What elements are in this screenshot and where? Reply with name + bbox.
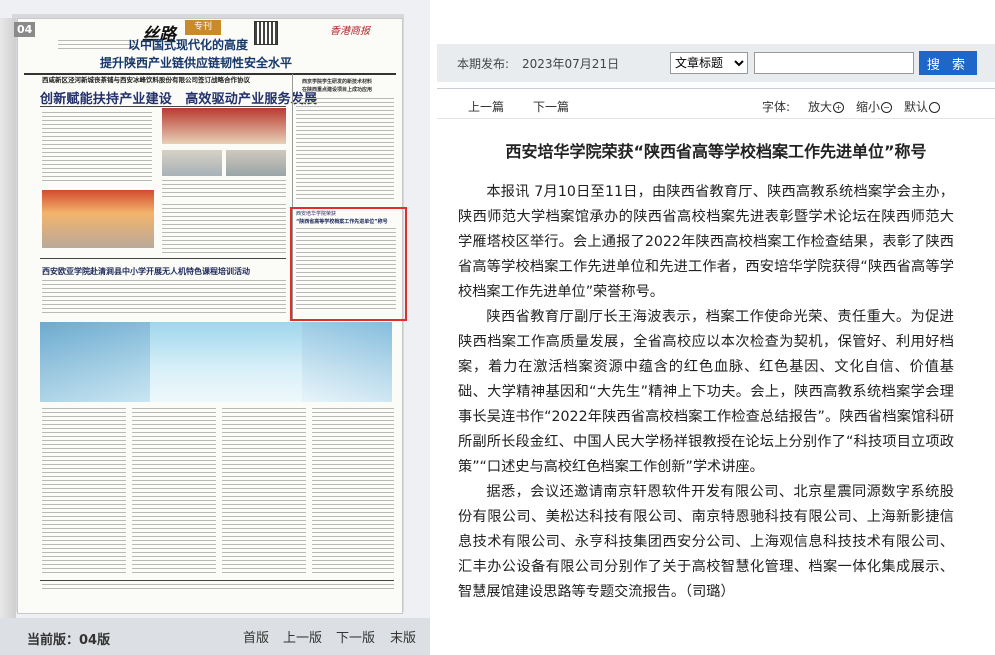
news-photo	[162, 150, 222, 176]
banner-art	[40, 322, 150, 402]
page-footer-text	[42, 584, 394, 590]
zoom-in-button[interactable]: 放大 +	[808, 98, 845, 115]
next-edition-link[interactable]: 下一版	[336, 627, 375, 646]
highlight-title-1: 西安培华学院荣获	[296, 211, 337, 217]
headline-right-2[interactable]: 在陕西重点建设项目上成功应用	[302, 86, 372, 93]
search-type-select[interactable]: 文章标题	[670, 52, 748, 74]
divider	[40, 106, 286, 107]
news-photo	[226, 150, 286, 176]
article-title: 西安培华学院荣获“陕西省高等学校档案工作先进单位”称号	[505, 142, 927, 161]
qr-code-icon	[254, 21, 278, 45]
first-edition-link[interactable]: 首版	[243, 627, 269, 646]
toolbar-divider	[437, 118, 995, 119]
issue-label: 本期发布:	[457, 57, 510, 71]
article-text-block[interactable]	[296, 98, 394, 202]
banner-art	[302, 322, 392, 402]
page-number-badge: 04	[14, 22, 36, 37]
issue-date: 2023年07月21日	[522, 57, 620, 71]
search-input[interactable]	[754, 52, 914, 74]
zoom-out-button[interactable]: 缩小 −	[856, 98, 893, 115]
article-text-block[interactable]	[162, 204, 286, 254]
font-size-label: 字体:	[762, 100, 791, 114]
paper-logo: 香港商报	[330, 26, 370, 37]
brand-zhuankan: 专刊	[185, 20, 221, 35]
circle-icon	[929, 102, 941, 113]
banner-title-2: 提升陕西产业链供应链韧性安全水平	[100, 56, 293, 70]
article-paragraph: 本报讯 7月10日至11日，由陕西省教育厅、陕西高教系统档案学会主办，陕西师范大…	[458, 184, 954, 300]
divider	[40, 258, 286, 259]
article-paragraph: 据悉，会议还邀请南京轩恩软件开发有限公司、北京星震同源数字系统股份有限公司、美松…	[458, 484, 954, 600]
article-text-block[interactable]	[132, 408, 216, 576]
headline-top-small[interactable]: 西咸新区泾河新城丧茶铺与西安冰峰饮料股份有限公司签订战略合作协议	[42, 74, 250, 84]
minus-circle-icon: −	[881, 102, 893, 113]
news-photo	[162, 108, 286, 144]
article-paragraph: 陕西省教育厅副厅长王海波表示，档案工作使命光荣、责任重大。为促进陕西档案工作高质…	[458, 309, 954, 475]
article-text-block[interactable]	[42, 112, 152, 184]
plus-circle-icon: +	[833, 102, 845, 113]
prev-article-link[interactable]: 上一篇	[468, 98, 504, 115]
headline-middle[interactable]: 西安欧亚学院赴清涧县中小学开展无人机特色课程培训活动	[42, 266, 250, 277]
article-text-block[interactable]	[162, 180, 286, 200]
article-text-block[interactable]	[42, 408, 126, 576]
paper-fold	[0, 18, 16, 618]
headline-right-1[interactable]: 西京学院学生研发的新技术材料	[302, 78, 372, 85]
zoom-in-label: 放大	[808, 100, 833, 114]
zoom-default-label: 默认	[904, 100, 929, 114]
masthead-meta	[58, 40, 138, 52]
current-edition-label: 当前版：04版	[27, 633, 111, 648]
highlight-title-2: “陕西省高等学校档案工作先进单位”称号	[296, 219, 388, 225]
search-button[interactable]: 搜 索	[919, 51, 977, 75]
toolbar-divider	[437, 88, 995, 89]
feature-banner[interactable]	[40, 322, 392, 402]
headline-top-big[interactable]: 创新赋能扶持产业建设 高效驱动产业服务发展	[40, 88, 317, 107]
news-photo	[42, 190, 154, 248]
next-article-link[interactable]: 下一篇	[533, 98, 569, 115]
highlighted-article-text[interactable]	[296, 228, 396, 312]
article-text-block[interactable]	[312, 408, 394, 576]
article-text-block[interactable]	[42, 280, 286, 316]
prev-edition-link[interactable]: 上一版	[283, 627, 322, 646]
divider	[40, 580, 394, 581]
zoom-out-label: 缩小	[856, 100, 881, 114]
article-body: 本报讯 7月10日至11日，由陕西省教育厅、陕西高教系统档案学会主办，陕西师范大…	[458, 180, 954, 605]
last-edition-link[interactable]: 末版	[390, 627, 416, 646]
banner-title-1: 以中国式现代化的高度	[128, 38, 249, 52]
article-text-block[interactable]	[222, 408, 306, 576]
zoom-default-button[interactable]: 默认	[904, 98, 941, 115]
